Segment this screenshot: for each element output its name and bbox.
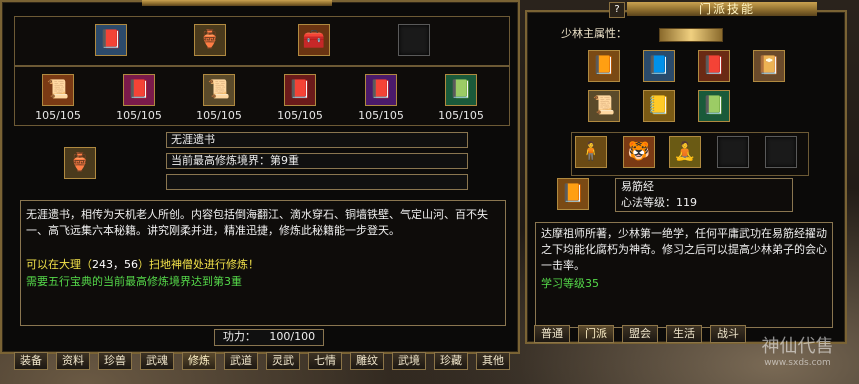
tab-qiqing[interactable]: 七情: [308, 352, 342, 370]
skill-name: 易筋经: [621, 180, 654, 193]
selected-book-icon[interactable]: 🏺: [64, 147, 96, 179]
sect-skill-panel: 门派技能 ? 少林主属性： 📙 📘 📕 📔 📜 📒 📗 🧍 🐯 🧘 📙 易筋经 …: [525, 2, 847, 344]
tab-life[interactable]: 生活: [666, 325, 702, 343]
tab-warsoul[interactable]: 武魂: [140, 352, 174, 370]
skill-level: 心法等级：119: [621, 196, 697, 209]
tab-profile[interactable]: 资料: [56, 352, 90, 370]
attr-bar: [659, 28, 723, 42]
skill-stance-icon[interactable]: 🧍: [575, 136, 607, 168]
empty-skill-slot-1[interactable]: [717, 136, 749, 168]
book-count-6: 105/105: [438, 109, 484, 122]
training-hint: 可以在大理（243，56）扫地神僧处进行修炼！: [26, 258, 259, 271]
learn-level: 学习等级35: [541, 277, 599, 290]
watermark-url: www.sxds.com: [764, 358, 831, 368]
book-count-2: 105/105: [116, 109, 162, 122]
empty-skill-slot-2[interactable]: [765, 136, 797, 168]
book-description: 无涯遗书，相传为天机老人所创。内容包括倒海翻江、滴水穿石、铜墙铁壁、气定山河、百…: [26, 208, 488, 237]
skill-book-5[interactable]: 📜: [588, 90, 620, 122]
tab-sect[interactable]: 门派: [578, 325, 614, 343]
watermark-title: 神仙代售: [761, 336, 834, 357]
tab-normal[interactable]: 普通: [534, 325, 570, 343]
current-skill-icon[interactable]: 📙: [557, 178, 589, 210]
book-icon-2[interactable]: 📕: [123, 74, 155, 106]
skill-book-7[interactable]: 📗: [698, 90, 730, 122]
book-icon-3[interactable]: 📜: [203, 74, 235, 106]
requirement-text: 需要五行宝典的当前最高修炼境界达到第3重: [26, 275, 242, 288]
top-book-icon-3[interactable]: 🧰: [298, 24, 330, 56]
book-icon-5[interactable]: 📕: [365, 74, 397, 106]
tab-pets[interactable]: 珍兽: [98, 352, 132, 370]
book-count-3: 105/105: [196, 109, 242, 122]
top-icon-row: [14, 16, 510, 66]
tab-equipment[interactable]: 装备: [14, 352, 48, 370]
tab-wujing[interactable]: 武境: [392, 352, 426, 370]
tab-collection[interactable]: 珍藏: [434, 352, 468, 370]
panel-title: 门派技能: [698, 2, 755, 16]
tab-cultivation[interactable]: 修炼: [182, 352, 216, 370]
skill-tiger-icon[interactable]: 🐯: [623, 136, 655, 168]
coords-link[interactable]: 243，56: [92, 258, 138, 271]
left-title-bar: [142, 0, 332, 6]
book-count-4: 105/105: [277, 109, 323, 122]
tab-wudao[interactable]: 武道: [224, 352, 258, 370]
attr-label: 少林主属性：: [561, 27, 627, 40]
book-name-field: 无涯遗书: [166, 132, 468, 148]
skill-book-3[interactable]: 📕: [698, 50, 730, 82]
watermark: 神仙代售 www.sxds.com: [740, 336, 855, 369]
empty-slot-icon[interactable]: [398, 24, 430, 56]
top-book-icon-2[interactable]: 🏺: [194, 24, 226, 56]
tab-lingwu[interactable]: 灵武: [266, 352, 300, 370]
skill-book-4[interactable]: 📔: [753, 50, 785, 82]
book-icon-row: [14, 66, 510, 126]
skill-book-1[interactable]: 📙: [588, 50, 620, 82]
help-icon[interactable]: ?: [609, 2, 625, 18]
power-field: 功力： 100/100: [214, 329, 324, 346]
skill-book-2[interactable]: 📘: [643, 50, 675, 82]
tab-diaowen[interactable]: 雕纹: [350, 352, 384, 370]
power-label: 功力：: [222, 330, 256, 343]
book-count-5: 105/105: [358, 109, 404, 122]
empty-field: [166, 174, 468, 190]
power-value: 100/100: [269, 330, 316, 343]
skill-book-6[interactable]: 📒: [643, 90, 675, 122]
skill-description: 达摩祖师所著，少林第一绝学，任何平庸武功在易筋经擢动之下均能化腐朽为神奇。修习之…: [541, 227, 827, 272]
book-icon-1[interactable]: 📜: [42, 74, 74, 106]
top-book-icon-1[interactable]: 📕: [95, 24, 127, 56]
cultivation-panel: 📕 🏺 🧰 📜 📕 📜 📕 📕 📗 105/105 105/105 105/10…: [0, 0, 520, 354]
book-icon-4[interactable]: 📕: [284, 74, 316, 106]
book-icon-6[interactable]: 📗: [445, 74, 477, 106]
book-count-1: 105/105: [35, 109, 81, 122]
skill-meditate-icon[interactable]: 🧘: [669, 136, 701, 168]
tab-alliance[interactable]: 盟会: [622, 325, 658, 343]
realm-field: 当前最高修炼境界：第9重: [166, 153, 468, 169]
tab-other[interactable]: 其他: [476, 352, 510, 370]
